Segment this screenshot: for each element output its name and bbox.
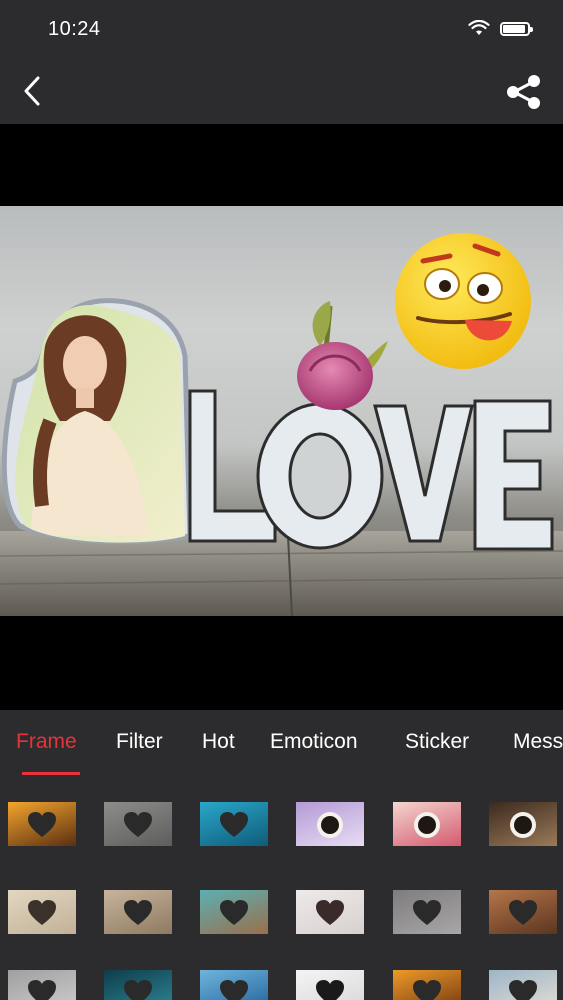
frame-thumbnail[interactable] [296,970,364,1000]
heart-icon [124,979,152,1000]
status-bar: 10:24 [0,0,563,58]
heart-icon [124,899,152,925]
frame-thumbnail[interactable] [200,890,268,934]
photo-illustration [0,233,563,616]
tab-sticker[interactable]: Sticker [405,730,469,754]
active-tab-indicator [22,772,80,775]
frame-thumbnail[interactable] [393,890,461,934]
tab-emoticon[interactable]: Emoticon [270,730,358,754]
wifi-icon [468,20,490,35]
cup-icon [414,811,440,838]
chevron-left-icon [24,76,40,106]
frame-thumbnail[interactable] [393,802,461,846]
heart-icon [509,979,537,1000]
frame-thumbnail[interactable] [104,890,172,934]
frame-thumbnail[interactable] [393,970,461,1000]
frame-thumbnail[interactable] [296,802,364,846]
nav-bar [0,58,563,124]
frame-thumbnail[interactable] [200,970,268,1000]
heart-icon [220,899,248,925]
heart-icon [316,979,344,1000]
frame-thumbnail[interactable] [296,890,364,934]
editor-panel: Frame Filter Hot Emoticon Sticker Mess [0,710,563,1000]
tab-hot[interactable]: Hot [202,730,235,754]
heart-icon [316,899,344,925]
tab-mess[interactable]: Mess [513,730,563,754]
heart-icon [124,811,152,837]
battery-icon [500,22,533,36]
back-button[interactable] [14,72,50,110]
frame-thumbnail[interactable] [104,970,172,1000]
heart-icon [220,811,248,837]
heart-icon [220,979,248,1000]
share-icon [507,75,540,109]
tab-filter[interactable]: Filter [116,730,163,754]
heart-icon [28,979,56,1000]
edited-photo[interactable] [0,206,563,616]
frame-thumbnail[interactable] [200,802,268,846]
frame-thumbnail[interactable] [489,802,557,846]
frame-thumbnail[interactable] [8,970,76,1000]
frame-thumbnail[interactable] [489,970,557,1000]
cup-icon [317,811,343,838]
category-tabs: Frame Filter Hot Emoticon Sticker Mess [0,710,563,776]
heart-icon [413,899,441,925]
frame-thumbnail[interactable] [8,802,76,846]
heart-icon [413,979,441,1000]
share-button[interactable] [502,70,546,114]
status-time: 10:24 [48,18,101,40]
heart-icon [28,811,56,837]
heart-icon [509,899,537,925]
heart-icon [28,899,56,925]
frame-thumbnail[interactable] [8,890,76,934]
cup-icon [510,811,536,838]
frame-thumbnail[interactable] [489,890,557,934]
frame-thumbnail[interactable] [104,802,172,846]
photo-canvas [0,124,563,710]
tab-frame[interactable]: Frame [16,730,77,754]
